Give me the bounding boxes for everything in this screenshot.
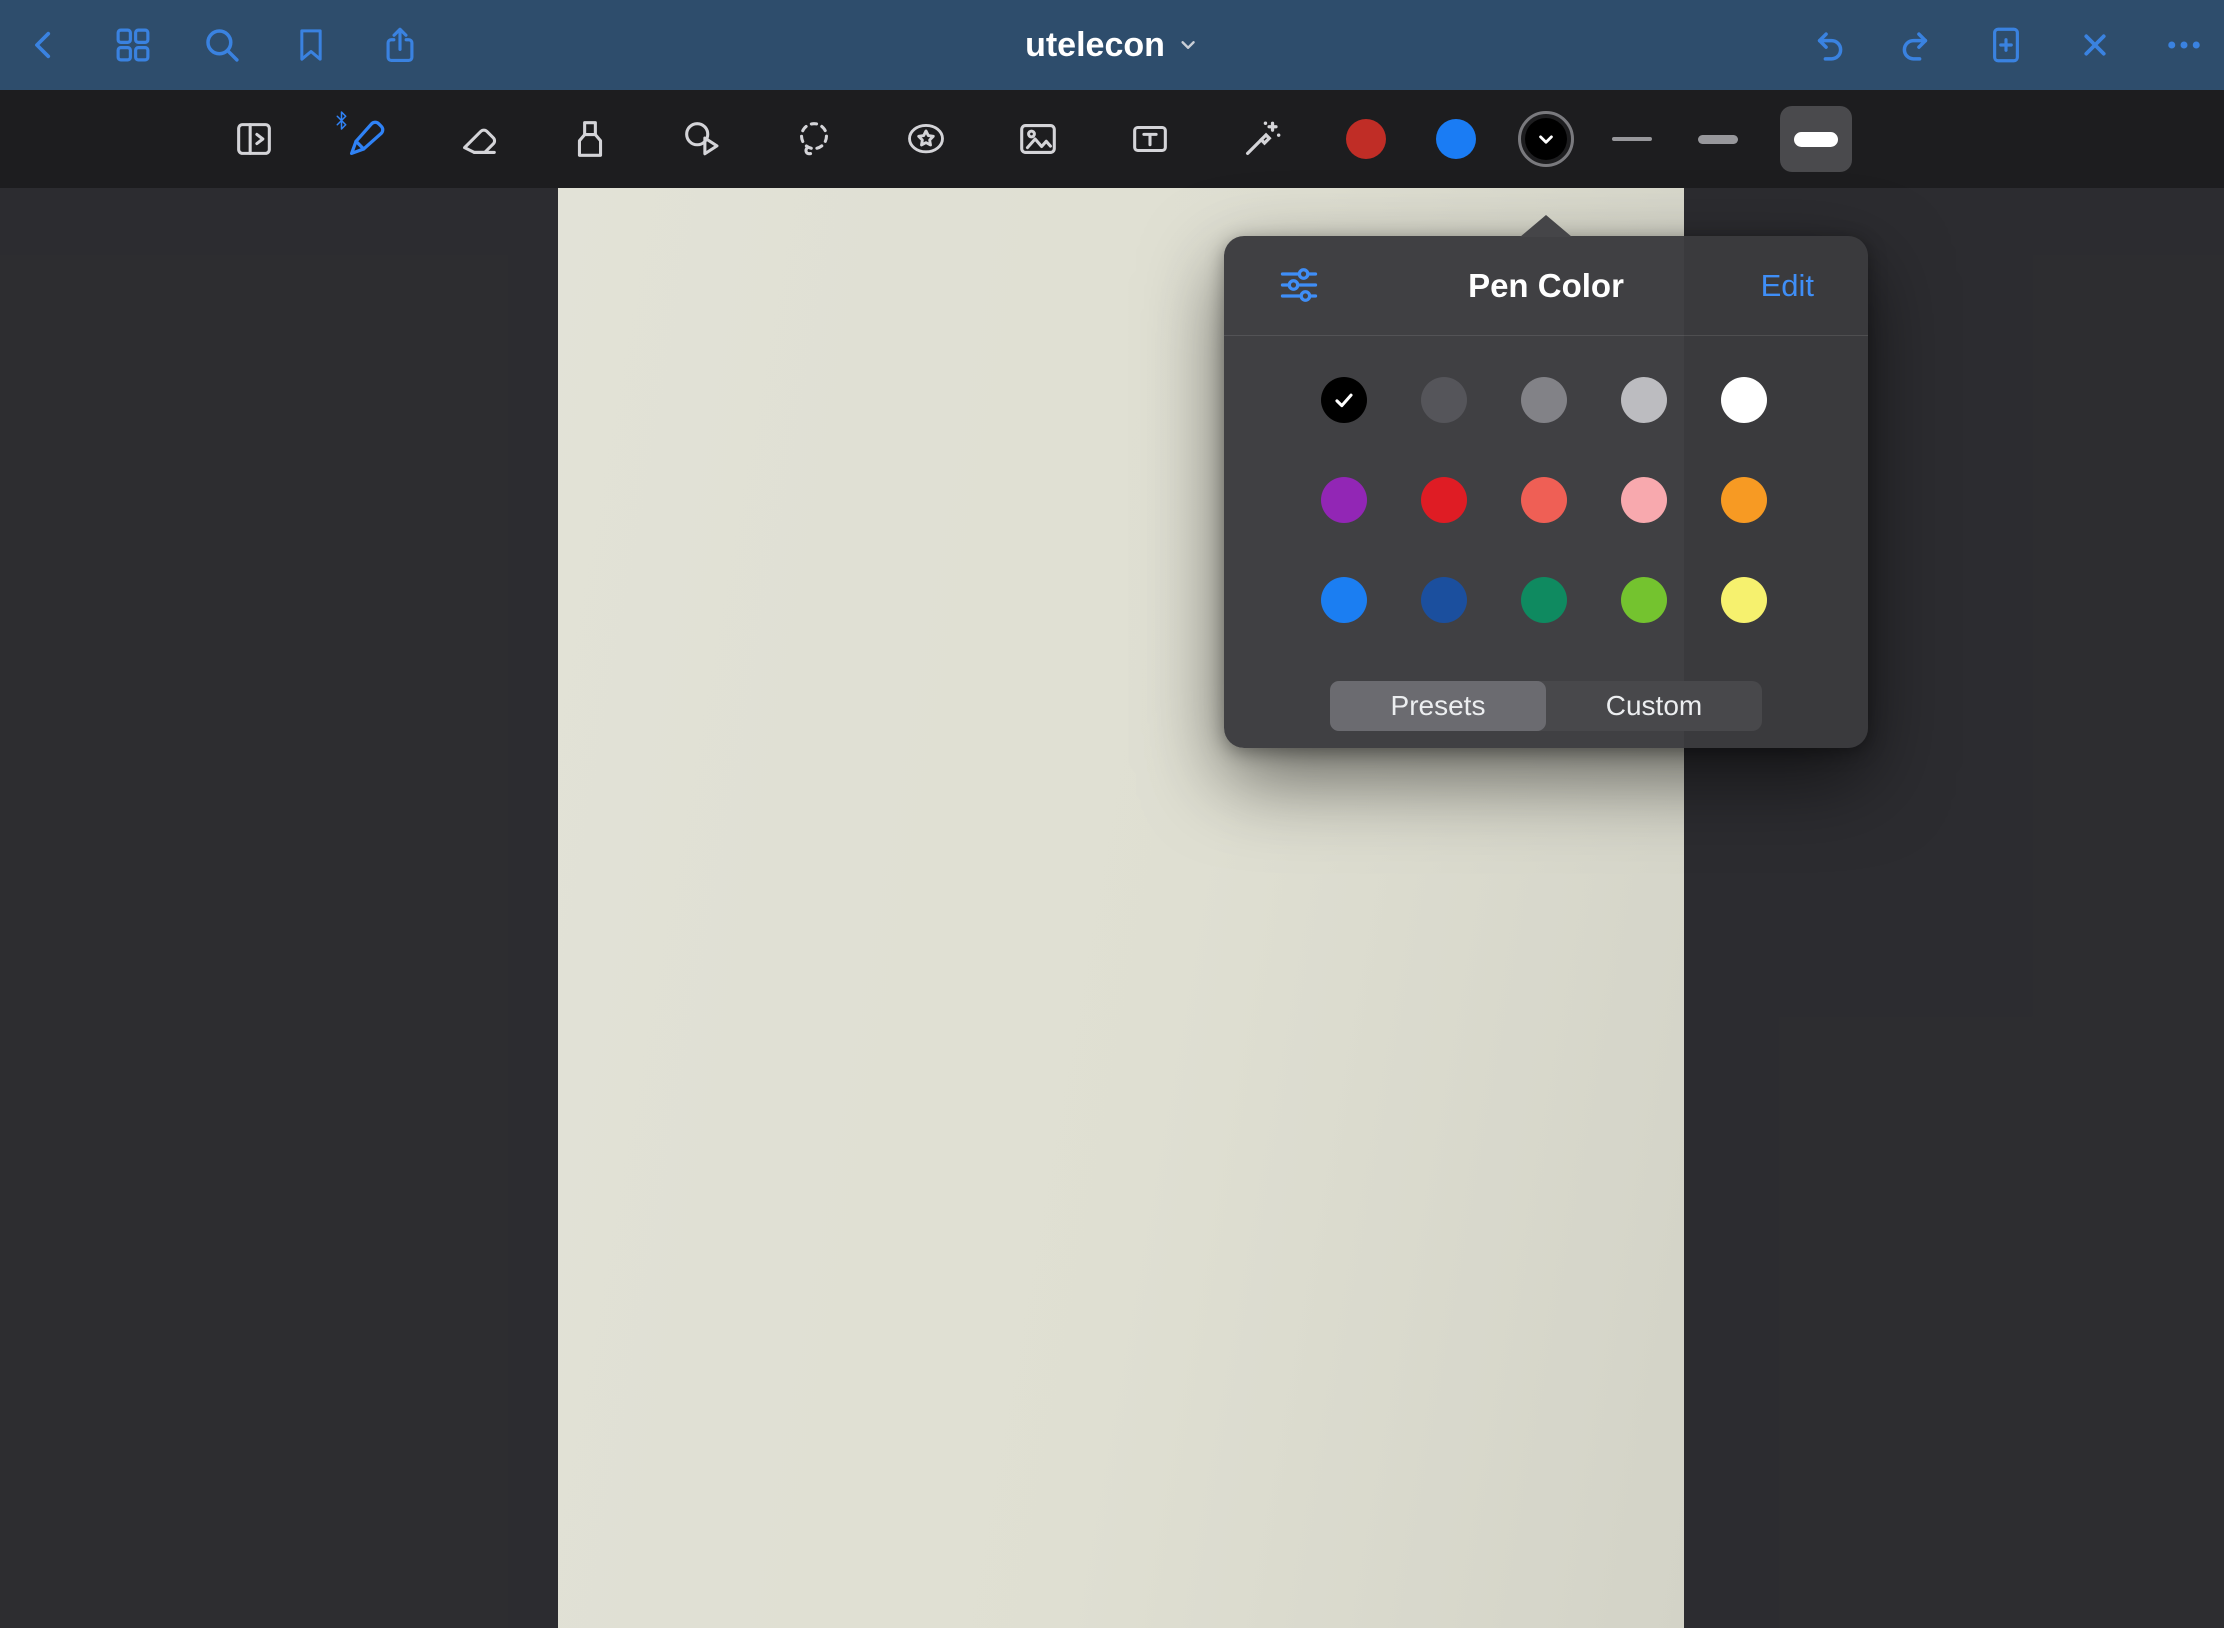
lasso-icon [791, 116, 837, 162]
thumbnails-icon [112, 24, 154, 66]
tool-shapes[interactable] [678, 115, 726, 163]
segment-presets[interactable]: Presets [1330, 681, 1546, 731]
pen-color-slot-selected[interactable] [1518, 111, 1574, 167]
pen-color-slot[interactable] [1338, 111, 1394, 167]
stroke-width-thin[interactable] [1608, 106, 1656, 172]
more-icon [2163, 24, 2205, 66]
segment-custom[interactable]: Custom [1546, 681, 1762, 731]
more-button[interactable] [2162, 23, 2206, 67]
image-icon [1015, 116, 1061, 162]
pen-icon [343, 116, 389, 162]
thumbnails-button[interactable] [111, 23, 155, 67]
pen-color-slot[interactable] [1428, 111, 1484, 167]
add-page-button[interactable] [1984, 23, 2028, 67]
back-button[interactable] [22, 23, 66, 67]
color-swatch-ef5f55[interactable] [1521, 477, 1567, 523]
color-swatch-ffffff[interactable] [1721, 377, 1767, 423]
presets-custom-segmented-control: Presets Custom [1330, 681, 1762, 731]
nav-right-group [1806, 0, 2206, 90]
share-icon [379, 24, 421, 66]
chevron-down-icon [1177, 34, 1199, 56]
color-swatch-9226b5[interactable] [1321, 477, 1367, 523]
tool-text[interactable] [1126, 115, 1174, 163]
tool-page-view[interactable] [230, 115, 278, 163]
top-navbar: utelecon [0, 0, 2224, 90]
undo-icon [1807, 24, 1849, 66]
color-swatch-000000[interactable] [1321, 377, 1367, 423]
undo-button[interactable] [1806, 23, 1850, 67]
stroke-width-medium[interactable] [1694, 106, 1742, 172]
bluetooth-icon [334, 111, 349, 133]
eraser-icon [455, 116, 501, 162]
stroke-width-thick[interactable] [1780, 106, 1852, 172]
document-title: utelecon [1025, 26, 1165, 65]
tool-buttons-group [230, 90, 1286, 188]
color-swatch-74c32f[interactable] [1621, 577, 1667, 623]
color-swatch-grid [1224, 236, 1868, 748]
tool-eraser[interactable] [454, 115, 502, 163]
document-title-menu[interactable]: utelecon [1025, 0, 1199, 90]
tool-lasso[interactable] [790, 115, 838, 163]
color-swatch-df1c24[interactable] [1421, 477, 1467, 523]
color-swatch-1b4f9e[interactable] [1421, 577, 1467, 623]
page-view-icon [231, 116, 277, 162]
color-swatch-f79a23[interactable] [1721, 477, 1767, 523]
tool-laser-pointer[interactable] [1238, 115, 1286, 163]
bookmark-button[interactable] [289, 23, 333, 67]
color-swatch-f6f16e[interactable] [1721, 577, 1767, 623]
tool-pen[interactable] [342, 115, 390, 163]
nav-left-group [22, 0, 422, 90]
search-icon [201, 24, 243, 66]
bookmark-icon [291, 25, 331, 65]
share-button[interactable] [378, 23, 422, 67]
laser-pointer-icon [1239, 116, 1285, 162]
color-swatch-f8a9ae[interactable] [1621, 477, 1667, 523]
tool-elements[interactable] [902, 115, 950, 163]
app-screen: utelecon [0, 0, 2224, 1628]
redo-icon [1896, 24, 1938, 66]
tool-highlighter[interactable] [566, 115, 614, 163]
color-swatch-828287[interactable] [1521, 377, 1567, 423]
pen-color-popover: Pen Color Edit Presets Custom [1224, 236, 1868, 748]
chevron-down-icon [1533, 126, 1559, 152]
text-icon [1127, 116, 1173, 162]
elements-sticker-icon [903, 116, 949, 162]
shapes-icon [679, 116, 725, 162]
close-button[interactable] [2073, 23, 2117, 67]
color-swatch-bcbcc0[interactable] [1621, 377, 1667, 423]
stroke-width-options [1608, 90, 1852, 188]
tool-image[interactable] [1014, 115, 1062, 163]
color-swatch-0f8a60[interactable] [1521, 577, 1567, 623]
close-icon [2076, 26, 2114, 64]
tools-toolbar [0, 90, 2224, 188]
color-swatch-1b7ef2[interactable] [1321, 577, 1367, 623]
redo-button[interactable] [1895, 23, 1939, 67]
check-icon [1331, 387, 1357, 413]
add-page-icon [1985, 24, 2027, 66]
highlighter-icon [567, 116, 613, 162]
color-swatch-55555a[interactable] [1421, 377, 1467, 423]
search-button[interactable] [200, 23, 244, 67]
pen-color-slots [1338, 90, 1574, 188]
popover-arrow [1520, 215, 1572, 237]
back-icon [27, 28, 61, 62]
